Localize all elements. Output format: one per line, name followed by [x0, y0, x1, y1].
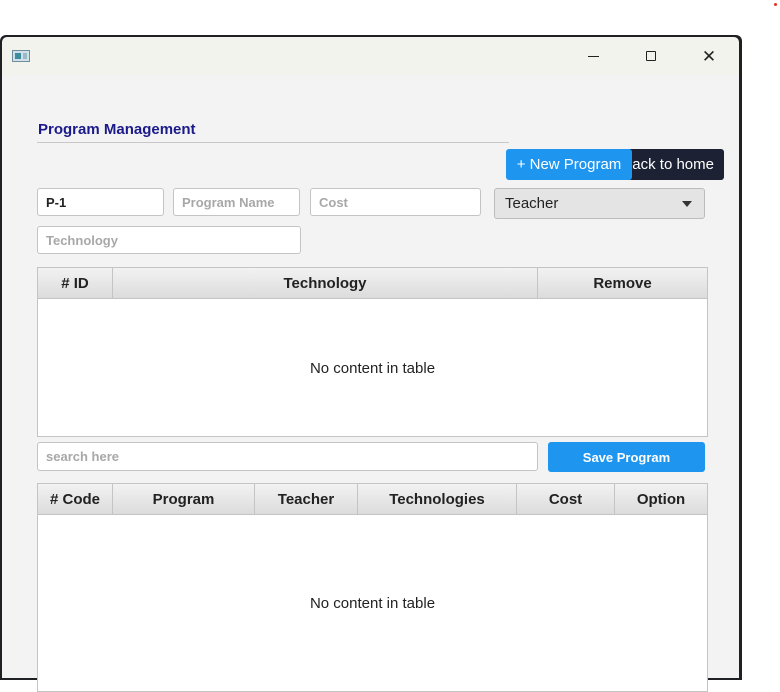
column-header-remove[interactable]: Remove: [538, 268, 707, 298]
app-window-icon: [12, 50, 30, 62]
search-input[interactable]: search here: [37, 442, 538, 471]
program-name-input[interactable]: Program Name: [173, 188, 300, 216]
maximize-icon: [646, 51, 656, 61]
page-title: Program Management: [38, 121, 196, 138]
teacher-select-value: Teacher: [505, 195, 559, 212]
app-window: ✕ Program Management ack to home + New P…: [0, 35, 742, 692]
program-table-empty-text: No content in table: [309, 595, 436, 612]
program-id-field[interactable]: P-1: [37, 188, 164, 216]
program-table-header: # Code Program Teacher Technologies Cost…: [38, 484, 707, 515]
cost-input[interactable]: Cost: [310, 188, 481, 216]
save-program-button[interactable]: Save Program: [548, 442, 705, 472]
technology-table-header: # ID Technology Remove: [38, 268, 707, 299]
technology-table: # ID Technology Remove No content in tab…: [37, 267, 708, 437]
program-table: # Code Program Teacher Technologies Cost…: [37, 483, 708, 692]
minimize-icon: [587, 55, 599, 57]
column-header-option[interactable]: Option: [615, 484, 707, 514]
close-icon: ✕: [701, 46, 717, 66]
chevron-down-icon: [682, 201, 692, 207]
column-header-program[interactable]: Program: [113, 484, 255, 514]
column-header-technology[interactable]: Technology: [113, 268, 538, 298]
column-header-code[interactable]: # Code: [38, 484, 113, 514]
corner-dot: [774, 3, 777, 6]
close-button[interactable]: ✕: [680, 37, 738, 75]
teacher-select[interactable]: Teacher: [494, 188, 705, 219]
main-content: Program Management ack to home + New Pro…: [2, 75, 739, 692]
column-header-id[interactable]: # ID: [38, 268, 113, 298]
maximize-button[interactable]: [622, 37, 680, 75]
technology-table-empty-text: No content in table: [309, 360, 436, 377]
title-divider: [37, 142, 509, 143]
column-header-teacher[interactable]: Teacher: [255, 484, 358, 514]
column-header-cost[interactable]: Cost: [517, 484, 615, 514]
new-program-button[interactable]: + New Program: [506, 149, 632, 180]
minimize-button[interactable]: [564, 37, 622, 75]
column-header-technologies[interactable]: Technologies: [358, 484, 517, 514]
title-bar: ✕: [2, 37, 739, 75]
technology-input[interactable]: Technology: [37, 226, 301, 254]
